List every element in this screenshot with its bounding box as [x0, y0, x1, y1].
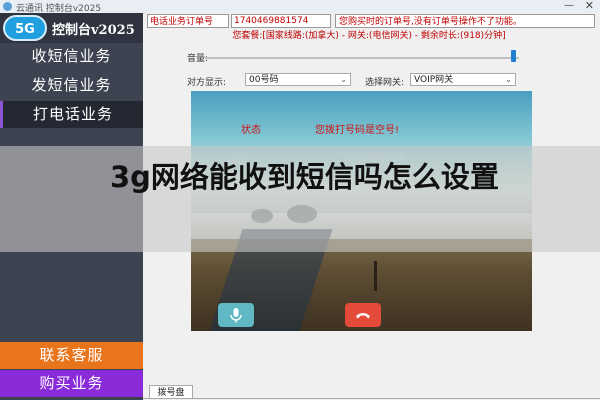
window-titlebar: 云通讯 控制台v2025 — ✕	[0, 0, 600, 14]
tab-dialpad[interactable]: 拨号盘	[149, 385, 193, 399]
tab-divider	[143, 398, 600, 399]
gateway-value: VOIP网关	[414, 75, 454, 85]
order-label: 电话业务订单号	[147, 14, 229, 28]
chevron-down-icon: ⌄	[505, 75, 512, 84]
chevron-down-icon: ⌄	[340, 75, 347, 84]
contact-support-button[interactable]: 联系客服	[0, 342, 143, 369]
overlay-headline: 3g网络能收到短信吗怎么设置	[110, 160, 499, 194]
caller-display-value: 00号码	[249, 75, 279, 85]
close-icon[interactable]: ✕	[585, 0, 594, 12]
overlay-banner: 3g网络能收到短信吗怎么设置	[0, 146, 600, 252]
minimize-icon[interactable]: —	[564, 0, 574, 11]
logo: 5G 控制台v2025	[0, 13, 143, 43]
phone-hangup-icon	[356, 313, 370, 319]
hangup-button[interactable]	[345, 303, 381, 327]
app-icon	[3, 2, 12, 11]
sidebar-item-receive-sms[interactable]: 收短信业务	[0, 43, 143, 70]
mute-button[interactable]	[218, 303, 254, 327]
volume-slider-thumb[interactable]	[510, 50, 516, 62]
volume-slider-track[interactable]	[205, 57, 519, 59]
gateway-select[interactable]: VOIP网关 ⌄	[410, 73, 516, 86]
background-post	[374, 261, 377, 291]
logo-badge: 5G	[3, 15, 47, 41]
buy-service-button[interactable]: 购买业务	[0, 370, 143, 397]
call-status-text: 您拨打号码是空号!	[315, 125, 400, 136]
microphone-icon	[230, 308, 242, 323]
caller-display-label: 对方显示:	[187, 78, 227, 88]
package-info: 您套餐:[国家线路:(加拿大) - 网关:(电信网关) - 剩余时长:(918)…	[232, 31, 506, 41]
call-status-label: 状态	[241, 125, 261, 136]
sidebar-item-send-sms[interactable]: 发短信业务	[0, 72, 143, 99]
gateway-label: 选择网关:	[365, 78, 405, 88]
order-number-input[interactable]	[231, 14, 331, 28]
caller-display-select[interactable]: 00号码 ⌄	[245, 73, 351, 86]
order-note: 您购买时的订单号,没有订单号操作不了功能。	[335, 14, 595, 28]
sidebar-item-call[interactable]: 打电话业务	[0, 101, 143, 128]
logo-text: 控制台v2025	[52, 23, 135, 38]
